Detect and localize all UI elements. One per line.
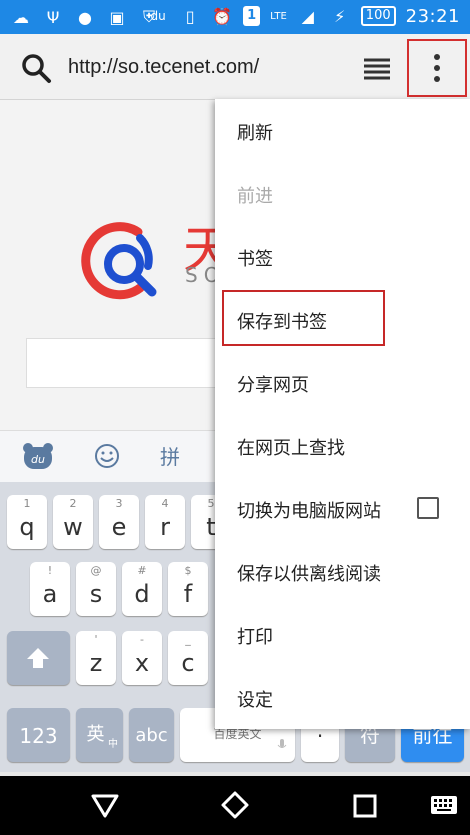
keyboard-icon[interactable]	[430, 794, 458, 816]
key-char: s	[89, 580, 103, 608]
numbers-key[interactable]: 123	[7, 708, 70, 762]
key-char: e	[111, 513, 127, 541]
menu-item-share-page[interactable]: 分享网页	[215, 351, 470, 414]
key-d[interactable]: # d	[122, 562, 162, 616]
notification-badge: 1	[243, 6, 261, 26]
key-w[interactable]: 2w	[53, 495, 93, 549]
shift-arrow-icon	[27, 648, 49, 668]
menu-item-label: 打印	[237, 627, 273, 648]
key-label: 123	[19, 724, 58, 748]
microphone-icon	[277, 739, 287, 748]
key-hint: !	[47, 564, 53, 577]
key-x[interactable]: -x	[122, 631, 162, 685]
key-char: f	[183, 580, 193, 608]
signal-icon: ◢	[301, 6, 314, 26]
key-label: abc	[135, 725, 168, 746]
menu-item-label: 前进	[237, 186, 273, 207]
key-sublabel: 中	[108, 739, 118, 750]
menu-item-save-offline[interactable]: 保存以供离线阅读	[215, 540, 470, 603]
key-char: w	[63, 513, 83, 541]
pinyin-toggle[interactable]: 拼	[160, 441, 180, 470]
overflow-menu-button[interactable]	[407, 39, 467, 97]
key-char: r	[160, 513, 170, 541]
site-logo-icon	[81, 222, 157, 300]
home-icon[interactable]	[220, 790, 250, 820]
alarm-icon: ⏰	[212, 6, 233, 26]
key-hint: @	[90, 564, 102, 577]
more-vert-icon	[434, 54, 440, 82]
back-icon[interactable]	[90, 792, 120, 820]
status-icons-right: du ▯ ⏰ 1 LTE ◢ ⚡ 100 23:21	[147, 5, 460, 27]
status-time: 23:21	[405, 5, 460, 27]
search-icon[interactable]	[20, 52, 52, 84]
status-bar: ☁ Ψ ● ▣ ⛨ du ▯ ⏰ 1 LTE ◢ ⚡ 100 23:21	[0, 0, 470, 34]
menu-item-label: 在网页上查找	[237, 438, 345, 459]
emoji-icon[interactable]	[94, 443, 120, 469]
menu-item-label: 设定	[237, 690, 273, 711]
key-hint: #	[137, 564, 147, 577]
url-field[interactable]: http://so.tecenet.com/	[68, 56, 259, 79]
battery-level: 100	[360, 6, 396, 26]
page-search-input[interactable]	[26, 338, 226, 388]
key-char: q	[19, 513, 35, 541]
language-key[interactable]: 英中	[76, 708, 123, 762]
recents-icon[interactable]	[352, 793, 378, 819]
key-char: d	[134, 580, 150, 608]
menu-item-label: 切换为电脑版网站	[237, 501, 381, 522]
key-e[interactable]: 3e	[99, 495, 139, 549]
charging-icon: ⚡	[334, 6, 346, 26]
key-z[interactable]: ' z	[76, 631, 116, 685]
shift-key[interactable]	[7, 631, 70, 685]
menu-item-settings[interactable]: 设定	[215, 666, 470, 729]
key-r[interactable]: 4r	[145, 495, 185, 549]
menu-item-label: 刷新	[237, 123, 273, 144]
svg-text:du: du	[31, 453, 45, 466]
menu-item-print[interactable]: 打印	[215, 603, 470, 666]
menu-item-refresh[interactable]: 刷新	[215, 99, 470, 162]
key-char: a	[42, 580, 58, 608]
key-hint: -	[140, 633, 144, 646]
usb-icon: Ψ	[46, 7, 60, 27]
menu-item-label: 分享网页	[237, 375, 309, 396]
overflow-menu: 刷新 前进 书签 保存到书签 分享网页 在网页上查找 切换为电脑版网站 保存以供…	[215, 99, 470, 729]
key-hint: _	[185, 633, 191, 646]
key-hint: $	[184, 564, 192, 577]
desktop-site-checkbox[interactable]	[417, 497, 439, 519]
wechat-icon: ●	[78, 7, 92, 27]
browser-toolbar: http://so.tecenet.com/	[0, 34, 470, 100]
key-hint: '	[94, 633, 98, 646]
key-hint: 4	[161, 497, 169, 510]
key-f[interactable]: $ f	[168, 562, 208, 616]
menu-item-desktop-site[interactable]: 切换为电脑版网站	[215, 477, 470, 540]
key-s[interactable]: @ s	[76, 562, 116, 616]
menu-item-find-in-page[interactable]: 在网页上查找	[215, 414, 470, 477]
menu-item-label: 保存到书签	[237, 312, 327, 333]
key-hint: 1	[23, 497, 31, 510]
image-icon: ▣	[109, 7, 125, 27]
abc-key[interactable]: abc	[129, 708, 174, 762]
du-icon: du	[150, 9, 166, 23]
menu-item-bookmarks[interactable]: 书签	[215, 225, 470, 288]
cloud-icon: ☁	[13, 7, 29, 27]
key-hint: 2	[69, 497, 77, 510]
key-char: c	[181, 649, 195, 677]
network-label: LTE	[270, 10, 287, 22]
status-icons-left: ☁ Ψ ● ▣ ⛨	[10, 6, 160, 28]
menu-item-forward: 前进	[215, 162, 470, 225]
key-q[interactable]: 1q	[7, 495, 47, 549]
menu-item-save-to-bookmarks[interactable]: 保存到书签	[215, 288, 470, 351]
menu-item-label: 保存以供离线阅读	[237, 564, 381, 585]
key-char: x	[134, 649, 150, 677]
key-a[interactable]: ! a	[30, 562, 70, 616]
key-hint: 3	[115, 497, 123, 510]
menu-item-label: 书签	[237, 249, 273, 270]
navigation-bar	[0, 776, 470, 835]
tabs-icon[interactable]	[360, 52, 394, 82]
key-c[interactable]: _ c	[168, 631, 208, 685]
vibrate-icon: ▯	[185, 6, 195, 26]
key-char: z	[89, 649, 103, 677]
du-bear-icon[interactable]: du	[22, 441, 54, 471]
